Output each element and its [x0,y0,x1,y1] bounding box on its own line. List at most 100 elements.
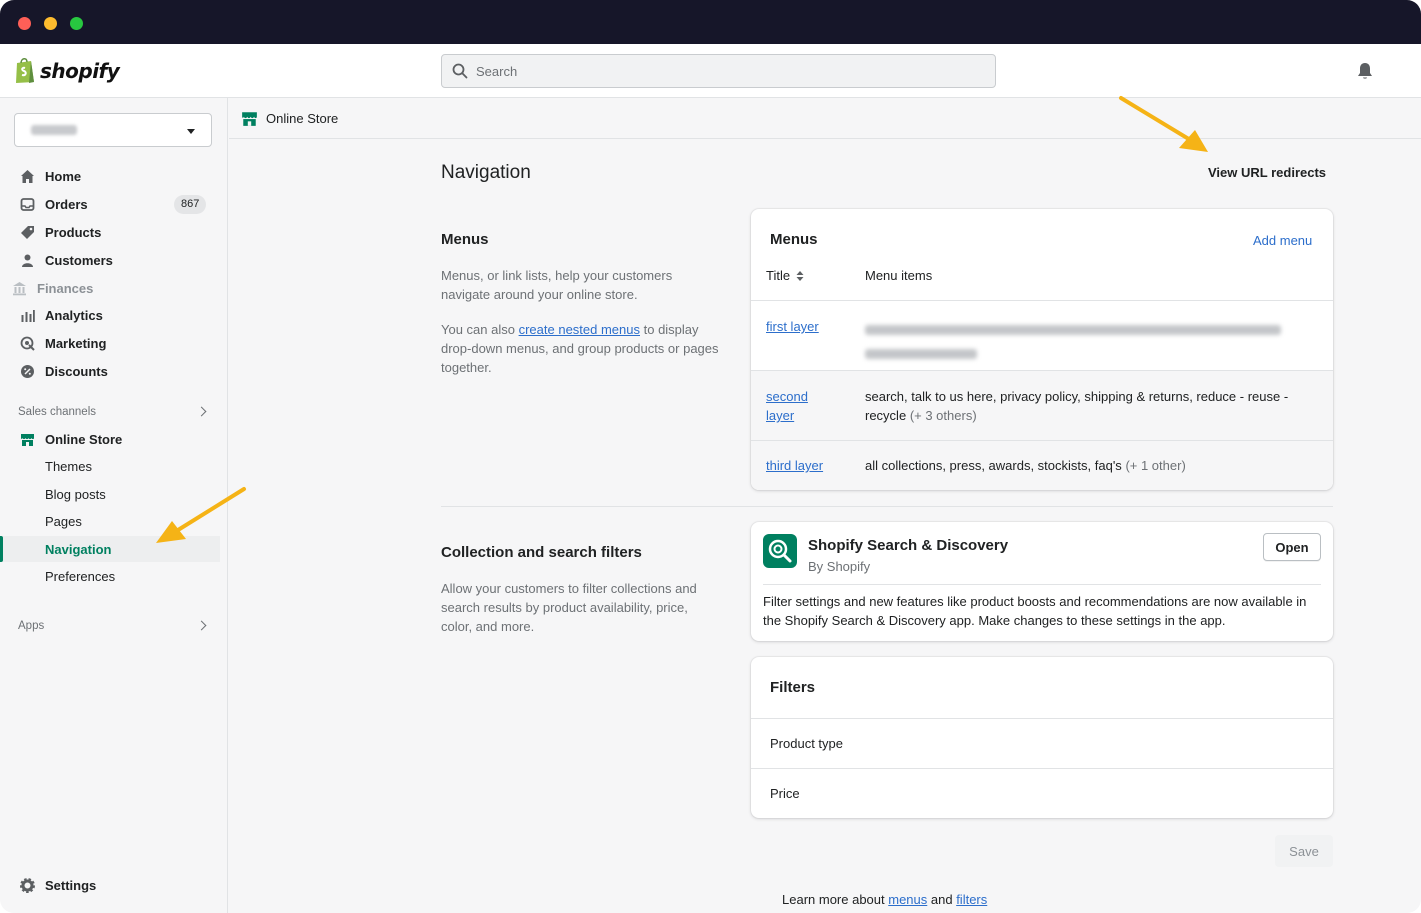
sidebar-item-label: Analytics [45,307,103,323]
filters-card: Filters Product type Price [751,657,1333,818]
search-discovery-app-icon [763,534,797,568]
bell-icon[interactable] [1355,61,1375,81]
card-divider [763,584,1321,585]
app-description: Filter settings and new features like pr… [763,594,1307,628]
shopify-logo[interactable]: shopify [14,57,120,84]
menu-title-link[interactable]: first layer [766,317,819,336]
add-menu-button[interactable]: Add menu [1253,233,1312,248]
sidebar-item-settings[interactable]: Settings [0,872,220,898]
menu-items-text: search, talk to us here, privacy policy,… [865,387,1305,425]
sidebar-subitem-blog-posts[interactable]: Blog posts [0,481,220,507]
store-icon [21,434,34,446]
column-header-title[interactable]: Title [766,268,804,283]
window-titlebar [0,0,1421,44]
column-header-label: Title [766,268,791,283]
sidebar-item-label: Orders [45,196,88,212]
app-name: Shopify Search & Discovery [808,537,1009,554]
top-bar: shopify [0,44,1421,98]
sales-channels-label: Sales channels [18,406,96,418]
menus-section-title: Menus [441,231,489,248]
store-icon [242,112,257,126]
sidebar-item-customers[interactable]: Customers [0,247,220,273]
sidebar-subitem-navigation[interactable]: Navigation [0,536,220,562]
sidebar-item-label: Themes [45,458,92,474]
menus-card: Menus Add menu Title Menu items first la… [751,209,1333,490]
sidebar-subitem-preferences[interactable]: Preferences [0,563,220,589]
view-url-redirects-button[interactable]: View URL redirects [1208,165,1326,180]
filter-label: Product type [770,736,843,751]
discount-icon [21,365,34,378]
search-discovery-card: Shopify Search & Discovery By Shopify Op… [751,522,1333,641]
table-row[interactable]: second layer search, talk to us here, pr… [751,370,1333,440]
section-divider [441,506,1333,507]
search-bar[interactable] [441,54,996,88]
bank-icon [13,282,26,296]
sidebar-item-analytics[interactable]: Analytics [0,302,220,328]
orders-icon [20,198,35,211]
menu-items-text: all collections, press, awards, stockist… [865,456,1315,475]
bar-chart-icon [21,310,35,322]
breadcrumb: Online Store [229,98,1421,139]
maximize-window-button[interactable] [70,17,83,30]
filters-help-link[interactable]: filters [956,892,987,907]
apps-label: Apps [18,620,45,632]
menu-items-others: (+ 1 other) [1125,458,1186,473]
sidebar-subitem-pages[interactable]: Pages [0,508,220,534]
redacted-text [865,349,977,359]
menu-title-link[interactable]: second layer [766,387,836,425]
menus-section-description: Menus, or link lists, help your customer… [441,268,673,302]
menu-items-others: (+ 3 others) [909,408,977,423]
sort-icon [796,271,804,281]
chevron-right-icon[interactable] [196,406,207,417]
shopify-bag-icon [16,58,34,83]
footer-text: Learn more about [782,892,889,907]
store-selector[interactable] [14,113,212,147]
sidebar-item-marketing[interactable]: Marketing [0,330,220,356]
sidebar-item-home[interactable]: Home [0,163,220,189]
table-row[interactable]: first layer [751,300,1333,370]
filter-label: Price [770,786,800,801]
gear-icon [20,878,35,893]
store-name-redacted [31,125,77,135]
tag-icon [21,226,34,239]
breadcrumb-label[interactable]: Online Store [266,111,338,126]
menu-title-link[interactable]: third layer [766,456,823,475]
sidebar-item-online-store[interactable]: Online Store [0,426,220,452]
search-input[interactable] [476,63,976,79]
filters-section-title: Collection and search filters [441,544,642,561]
filter-row-price[interactable]: Price [751,768,1333,818]
target-icon [20,336,35,351]
table-row[interactable]: third layer all collections, press, awar… [751,440,1333,490]
sidebar-item-label: Products [45,224,102,240]
sidebar-item-label: Marketing [45,335,107,351]
sidebar-subitem-themes[interactable]: Themes [0,453,220,479]
filters-section-description: Allow your customers to filter collectio… [441,581,697,634]
learn-more-footer: Learn more about menus and filters [782,892,987,907]
filters-card-title: Filters [770,679,816,696]
sidebar-item-discounts[interactable]: Discounts [0,358,220,384]
minimize-window-button[interactable] [44,17,57,30]
sidebar-item-label: Pages [45,513,82,529]
menu-items-redacted [865,321,1315,364]
browser-window: shopify Home Orders 867 [0,0,1421,913]
sidebar-item-label: Blog posts [45,486,106,502]
create-nested-menus-link[interactable]: create nested menus [519,322,640,337]
menus-card-title: Menus [770,231,818,248]
orders-count-badge: 867 [174,195,207,214]
home-icon [21,170,34,183]
chevron-right-icon[interactable] [196,620,207,631]
sidebar-item-finances[interactable]: Finances [0,275,220,301]
sidebar-item-orders[interactable]: Orders 867 [0,191,220,217]
close-window-button[interactable] [18,17,31,30]
open-app-button[interactable]: Open [1263,533,1321,561]
sidebar-item-products[interactable]: Products [0,219,220,245]
page-title: Navigation [441,162,531,183]
filter-row-product-type[interactable]: Product type [751,718,1333,768]
menus-help-link[interactable]: menus [888,892,927,907]
app-developer: By Shopify [808,559,871,574]
sidebar-item-label: Preferences [45,568,116,584]
sidebar-item-label: Home [45,168,82,184]
save-button[interactable]: Save [1275,835,1333,867]
redacted-text [865,325,1281,335]
magnifier-icon [768,539,792,563]
